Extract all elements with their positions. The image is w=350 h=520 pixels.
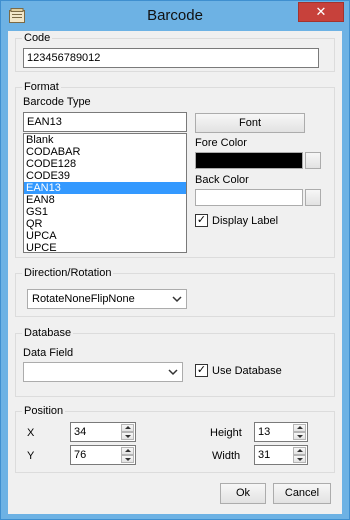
use-database-text: Use Database	[212, 365, 282, 377]
back-color-label: Back Color	[195, 174, 249, 186]
list-item[interactable]: CODABAR	[24, 146, 186, 158]
x-value: 34	[74, 426, 87, 438]
code-input[interactable]: 123456789012	[23, 48, 319, 68]
fore-color-label: Fore Color	[195, 137, 247, 149]
x-spin-buttons[interactable]	[121, 424, 134, 440]
chevron-down-icon	[172, 296, 182, 303]
rotation-value: RotateNoneFlipNone	[32, 293, 135, 305]
spin-down-icon[interactable]	[293, 432, 306, 440]
height-label: Height	[210, 427, 242, 439]
width-spinner[interactable]: 31	[254, 445, 308, 465]
display-label-text: Display Label	[212, 215, 279, 227]
barcode-type-label: Barcode Type	[23, 96, 91, 108]
barcode-type-input[interactable]: EAN13	[23, 112, 187, 132]
spin-up-icon[interactable]	[121, 424, 134, 432]
y-label: Y	[27, 450, 35, 462]
y-value: 76	[74, 449, 87, 461]
spin-down-icon[interactable]	[293, 455, 306, 463]
format-group-label: Format	[22, 81, 61, 94]
y-spinner[interactable]: 76	[70, 445, 136, 465]
x-spinner[interactable]: 34	[70, 422, 136, 442]
code-group-label: Code	[22, 32, 53, 45]
list-item[interactable]: CODE128	[24, 158, 186, 170]
back-color-picker-button[interactable]	[305, 189, 321, 206]
height-value: 13	[258, 426, 271, 438]
width-label: Width	[212, 450, 241, 462]
display-label-checkbox[interactable]: ✓	[195, 214, 208, 227]
list-item[interactable]: UPCE	[24, 242, 186, 252]
close-button[interactable]: ✕	[298, 2, 344, 22]
y-spin-buttons[interactable]	[121, 447, 134, 463]
spin-up-icon[interactable]	[293, 424, 306, 432]
window-title: Barcode	[147, 7, 203, 24]
direction-group-label: Direction/Rotation	[22, 267, 114, 280]
cancel-button[interactable]: Cancel	[273, 483, 331, 504]
spin-down-icon[interactable]	[121, 455, 134, 463]
list-item[interactable]: Blank	[24, 134, 186, 146]
dialog-body: Code 123456789012 Format Barcode Type EA…	[8, 31, 342, 514]
list-item[interactable]: QR	[24, 218, 186, 230]
list-item-selected[interactable]: EAN13	[24, 182, 186, 194]
ok-button[interactable]: Ok	[220, 483, 266, 504]
chevron-down-icon	[168, 369, 178, 376]
barcode-dialog: Barcode ✕ Code 123456789012 Format Barco…	[0, 0, 350, 520]
data-field-label: Data Field	[23, 347, 74, 359]
x-label: X	[27, 427, 35, 439]
fore-color-swatch[interactable]	[195, 152, 303, 169]
font-button[interactable]: Font	[195, 113, 305, 133]
width-spin-buttons[interactable]	[293, 447, 306, 463]
rotation-dropdown[interactable]: RotateNoneFlipNone	[27, 289, 187, 309]
spin-down-icon[interactable]	[121, 432, 134, 440]
title-bar[interactable]: Barcode ✕	[1, 1, 349, 31]
list-item[interactable]: EAN8	[24, 194, 186, 206]
width-value: 31	[258, 449, 271, 461]
fore-color-picker-button[interactable]	[305, 152, 321, 169]
list-item[interactable]: UPCA	[24, 230, 186, 242]
spin-up-icon[interactable]	[293, 447, 306, 455]
height-spin-buttons[interactable]	[293, 424, 306, 440]
spin-up-icon[interactable]	[121, 447, 134, 455]
list-item[interactable]: GS1	[24, 206, 186, 218]
barcode-type-list[interactable]: Blank CODABAR CODE128 CODE39 EAN13 EAN8 …	[23, 133, 187, 253]
position-group-label: Position	[22, 405, 66, 418]
list-item[interactable]: CODE39	[24, 170, 186, 182]
data-field-dropdown[interactable]	[23, 362, 183, 382]
use-database-checkbox[interactable]: ✓	[195, 364, 208, 377]
database-group-label: Database	[22, 327, 74, 340]
height-spinner[interactable]: 13	[254, 422, 308, 442]
back-color-swatch[interactable]	[195, 189, 303, 206]
